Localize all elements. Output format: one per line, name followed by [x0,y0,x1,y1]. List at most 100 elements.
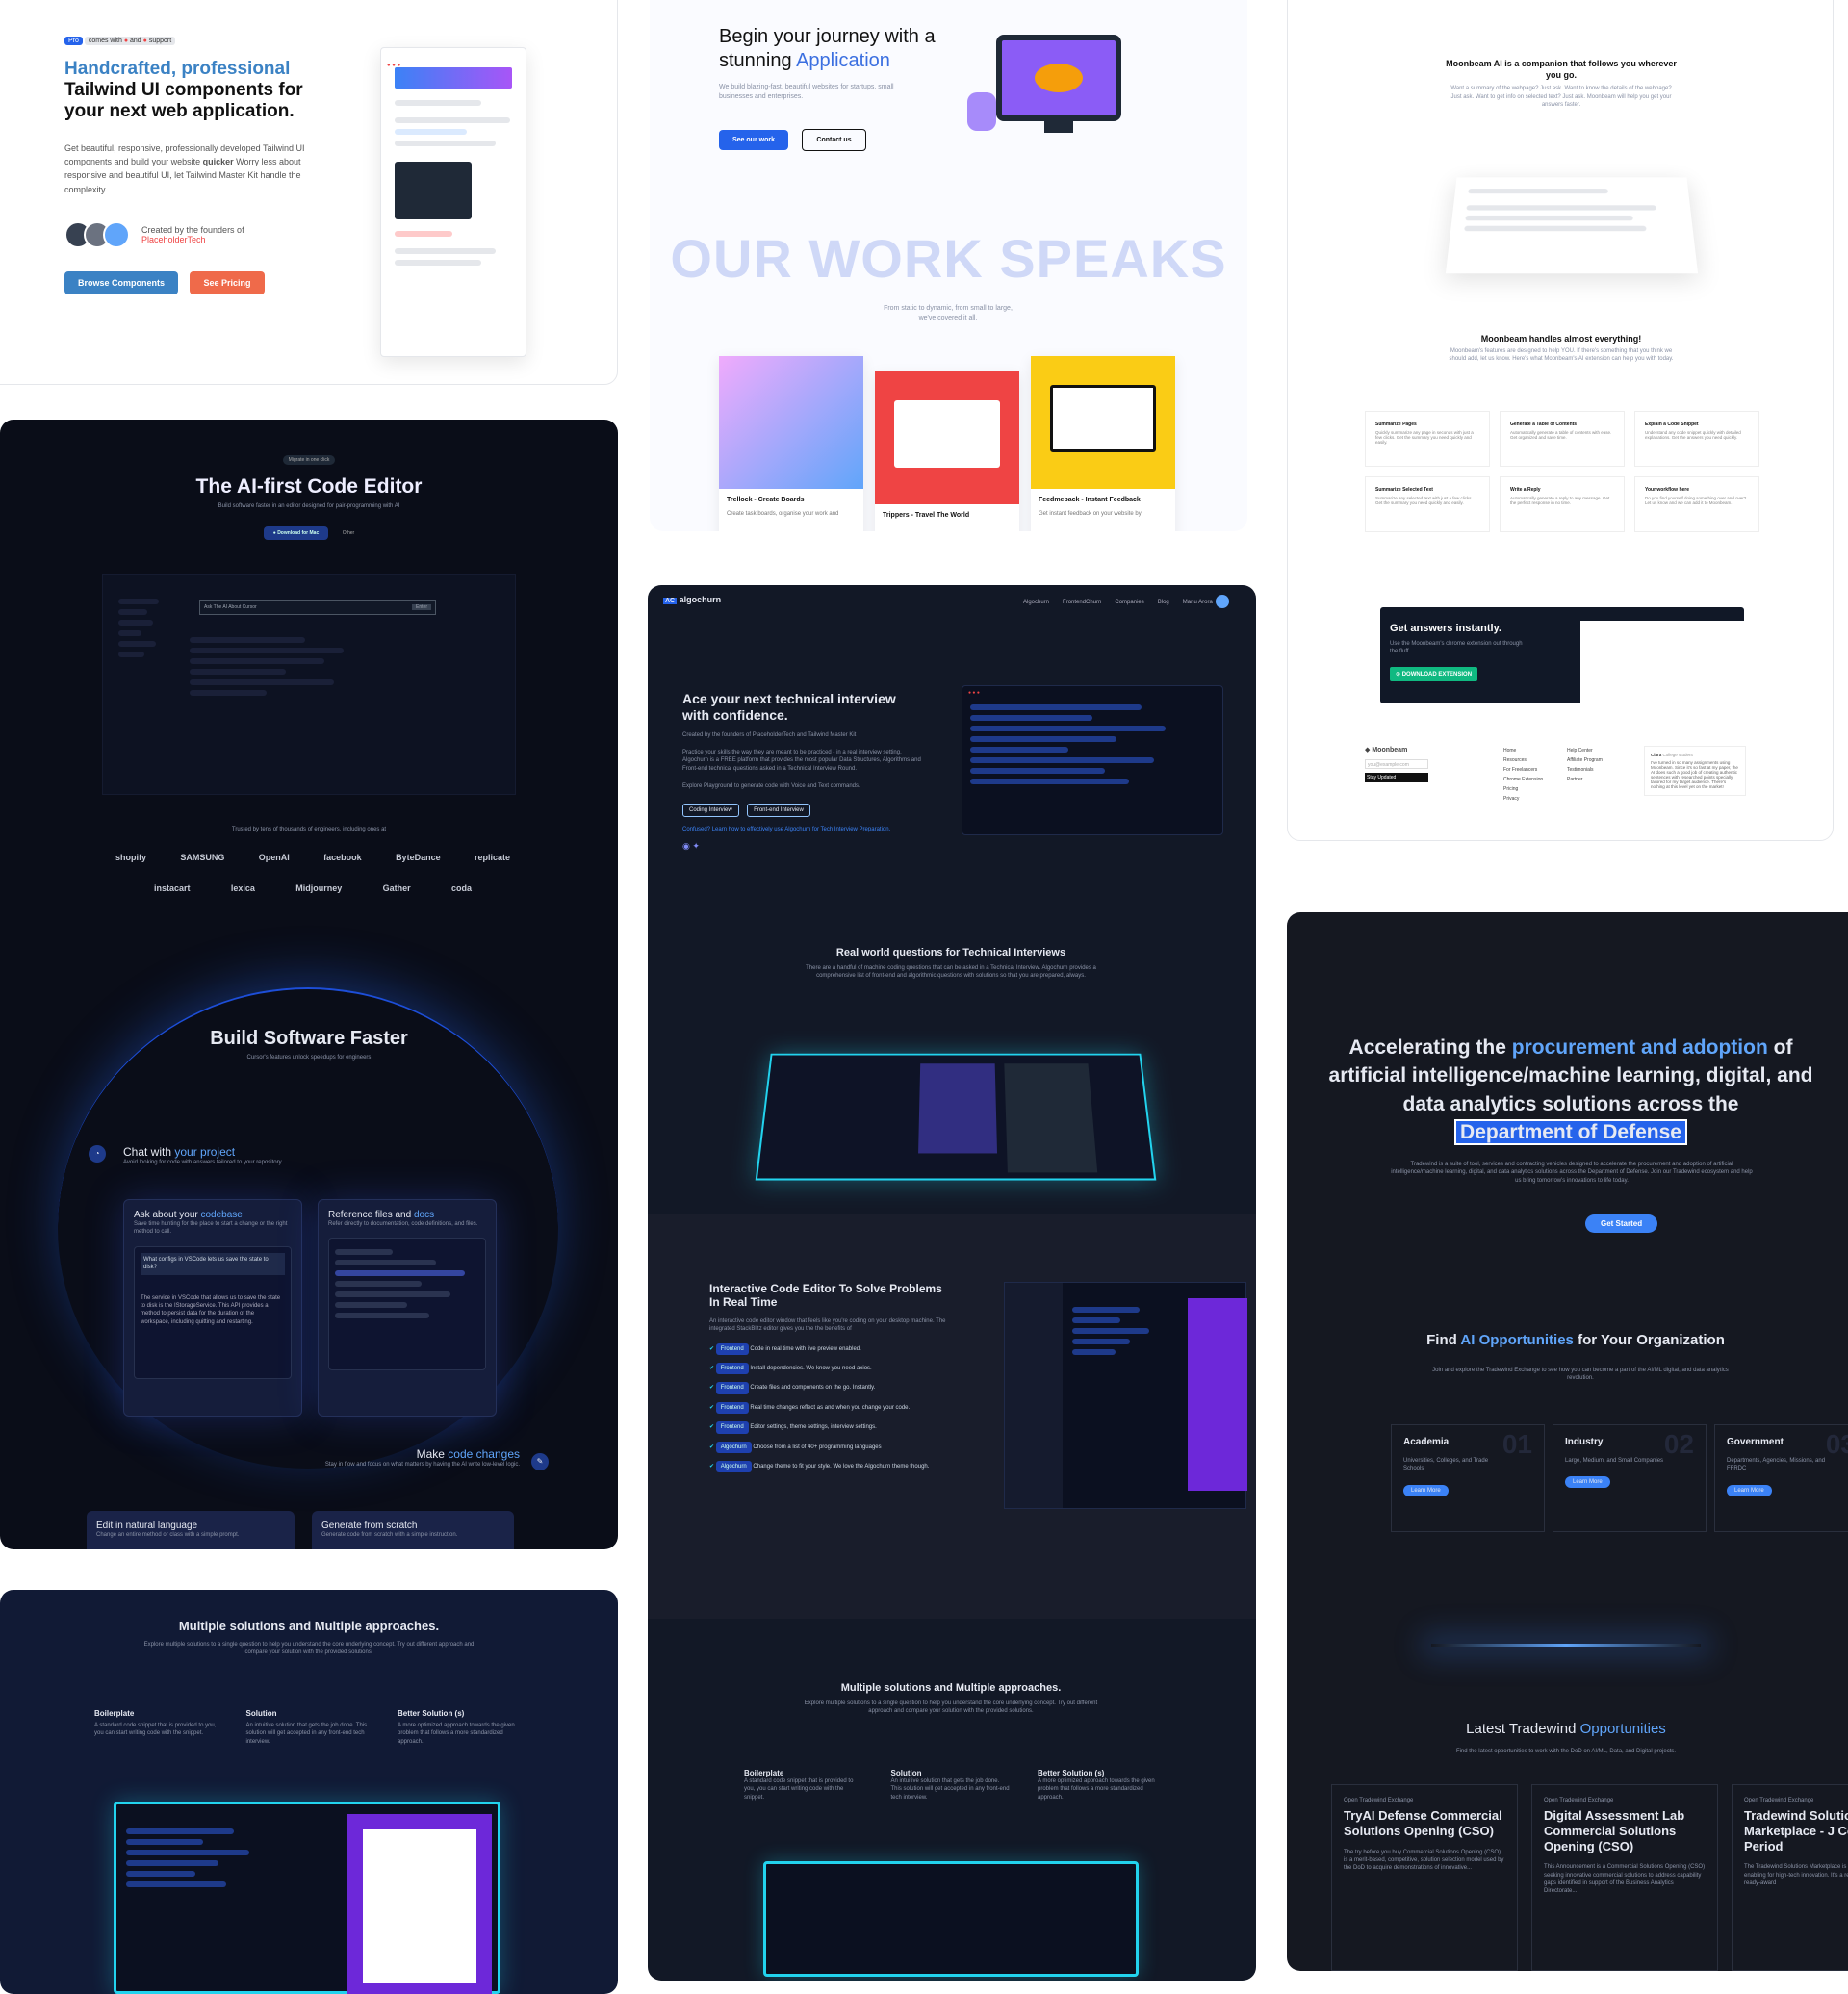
cursor-title: The AI-first Code Editor [195,475,423,498]
column-title: Solution [245,1709,277,1718]
column-desc: An intuitive solution that gets the job … [890,1778,1010,1801]
chat-desc: Avoid looking for code with answers tail… [123,1160,283,1165]
learn-more-button[interactable]: Learn More [1727,1484,1772,1496]
footer-link[interactable]: Pricing [1503,784,1543,794]
project-card[interactable]: Trellock - Create Boards Create task boa… [719,356,863,531]
discord-icon[interactable]: ◉ [682,841,690,851]
column-title: Solution [890,1769,922,1777]
footer-link[interactable]: Affiliate Program [1567,755,1603,765]
download-icon: ⊙ [1396,672,1401,677]
other-downloads-link[interactable]: Other [343,530,355,536]
learn-more-button[interactable]: Learn More [1565,1476,1610,1489]
feature-list: ✔ Frontend Code in real time with live p… [709,1342,950,1473]
gather-logo: Gather [382,883,411,893]
bytedance-logo: ByteDance [396,853,441,862]
solution-columns: Boilerplate A standard code snippet that … [744,1769,1158,1802]
project-card[interactable]: Feedmeback - Instant Feedback Get instan… [1031,356,1175,531]
column-title: Better Solution (s) [1038,1769,1105,1777]
footer-link[interactable]: Help Center [1567,746,1603,755]
column-title: Boilerplate [744,1769,784,1777]
agency-card: Begin your journey with a stunning Appli… [650,0,1247,531]
footer-link[interactable]: Chrome Extension [1503,775,1543,784]
opportunity-card[interactable]: Open Tradewind Exchange Tradewind Soluti… [1732,1784,1848,1971]
browse-components-button[interactable]: Browse Components [64,271,179,295]
footer-link[interactable]: Partner [1567,775,1603,784]
migrate-badge[interactable]: Migrate in one click [282,455,336,465]
twitter-icon[interactable]: ✦ [692,841,700,851]
hero-code-window: ● ● ● [962,685,1223,835]
tradewind-hero-desc: Tradewind is a suite of tool, services a… [1391,1162,1753,1184]
badge-comes: comes with [88,38,122,44]
feature-item: ✔ Frontend Code in real time with live p… [709,1342,950,1355]
nav-algochurn[interactable]: Algochurn [1023,599,1049,606]
chat-icon: ◔ [89,1145,106,1163]
footer-link[interactable]: Home [1503,746,1543,755]
hero-explore: Explore Playground to generate code with… [682,783,860,790]
placeholdertech-link[interactable]: PlaceholderTech [141,235,244,244]
latest-desc: Find the latest opportunities to work wi… [1455,1749,1677,1754]
download-mac-button[interactable]: ● Download for Mac [263,526,329,541]
glow-divider [1431,1644,1701,1647]
hero-title: Ace your next technical interview with c… [682,691,896,723]
nav-frontendchurn[interactable]: FrontendChurn [1063,599,1101,606]
org-card-industry: 02 Industry Large, Medium, and Small Com… [1553,1424,1707,1532]
footer-link[interactable]: Testimonials [1567,765,1603,775]
get-started-button[interactable]: Get Started [1585,1214,1658,1233]
badge-and: and [130,38,141,44]
learn-more-button[interactable]: Learn More [1403,1484,1449,1496]
nav-user[interactable]: Manu Arora [1183,599,1213,606]
panel-desc: Refer directly to documentation, code de… [328,1221,478,1227]
nav-blog[interactable]: Blog [1158,599,1169,606]
work-subtitle: From static to dynamic, from small to la… [884,305,1013,322]
ask-ai-input[interactable]: Ask The AI About Cursor Enter [199,600,436,615]
chat-title: Chat with [123,1145,172,1159]
see-our-work-button[interactable]: See our work [719,130,788,150]
testimonial-card: Clara College student I've turned in so … [1644,746,1746,796]
moonbeam-intro-desc: Want a summary of the webpage? Just ask.… [1450,86,1672,109]
feature-card: Generate a Table of Contents Automaticall… [1500,411,1625,467]
column-title: Better Solution (s) [398,1709,465,1718]
footer-link[interactable]: Resources [1503,755,1543,765]
contact-us-button[interactable]: Contact us [802,129,866,151]
logos-row-1: shopify SAMSUNG OpenAI facebook ByteDance rep… [116,853,510,862]
column-desc: A standard code snippet that is provided… [744,1778,854,1801]
make-desc: Stay in flow and focus on what matters b… [324,1462,520,1468]
opportunity-title: Digital Assessment Lab Commercial Soluti… [1544,1808,1685,1853]
project-title: Trellock - Create Boards [727,497,805,503]
opportunity-card[interactable]: Open Tradewind Exchange Digital Assessme… [1531,1784,1718,1971]
email-field[interactable]: you@example.com [1365,759,1428,769]
algochurn-logo[interactable]: AC algochurn [663,595,721,604]
coding-interview-button[interactable]: Coding Interview [682,803,739,817]
project-title: Feedmeback - Instant Feedback [1039,497,1141,503]
editor-desc: An interactive code editor window that f… [709,1317,946,1333]
stay-updated-button[interactable]: Stay Updated [1365,773,1428,782]
instacart-logo: instacart [154,883,191,893]
ask-enter-button[interactable]: Enter [412,604,431,610]
opportunity-card[interactable]: Open Tradewind Exchange TryAI Defense Co… [1331,1784,1518,1971]
solution-columns: Boilerplate A standard code snippet that … [94,1709,527,1746]
see-pricing-button[interactable]: See Pricing [190,271,265,295]
footer-link[interactable]: For Freelancers [1503,765,1543,775]
edit-title: Edit in natural language [96,1521,198,1531]
feature-item: ✔ Algochurn Choose from a list of 40+ pr… [709,1441,950,1453]
pro-badge-row: Pro comes with ● and ● support [64,37,176,45]
project-card[interactable]: Trippers - Travel The World [875,371,1019,531]
project-title: Trippers - Travel The World [883,512,970,519]
confused-link[interactable]: Confused? Learn how to effectively use A… [682,826,923,833]
footer-link[interactable]: Privacy [1503,794,1543,804]
multiple-solutions-card: Multiple solutions and Multiple approach… [0,1590,618,1994]
project-desc: Get instant feedback on your website by [1039,511,1142,517]
nav-companies[interactable]: Companies [1115,599,1143,606]
chat-answer: The service in VSCode that allows us to … [141,1294,281,1325]
apple-icon: ● [272,530,276,537]
frontend-interview-button[interactable]: Front-end Interview [747,803,810,817]
feature-item: ✔ Frontend Install dependencies. We know… [709,1362,950,1375]
shopify-logo: shopify [116,853,147,862]
feature-item: ✔ Frontend Editor settings, theme settin… [709,1421,950,1434]
download-extension-button[interactable]: ⊙ DOWNLOAD EXTENSION [1390,667,1478,681]
agency-title: Begin your journey with a stunning Appli… [719,26,936,71]
opportunity-desc: This Announcement is a Commercial Soluti… [1544,1864,1706,1895]
avatar[interactable] [1216,595,1229,608]
opportunity-title: Tradewind Solutions Marketplace - J Coll… [1744,1808,1848,1853]
gen-title: Generate from scratch [321,1521,418,1531]
